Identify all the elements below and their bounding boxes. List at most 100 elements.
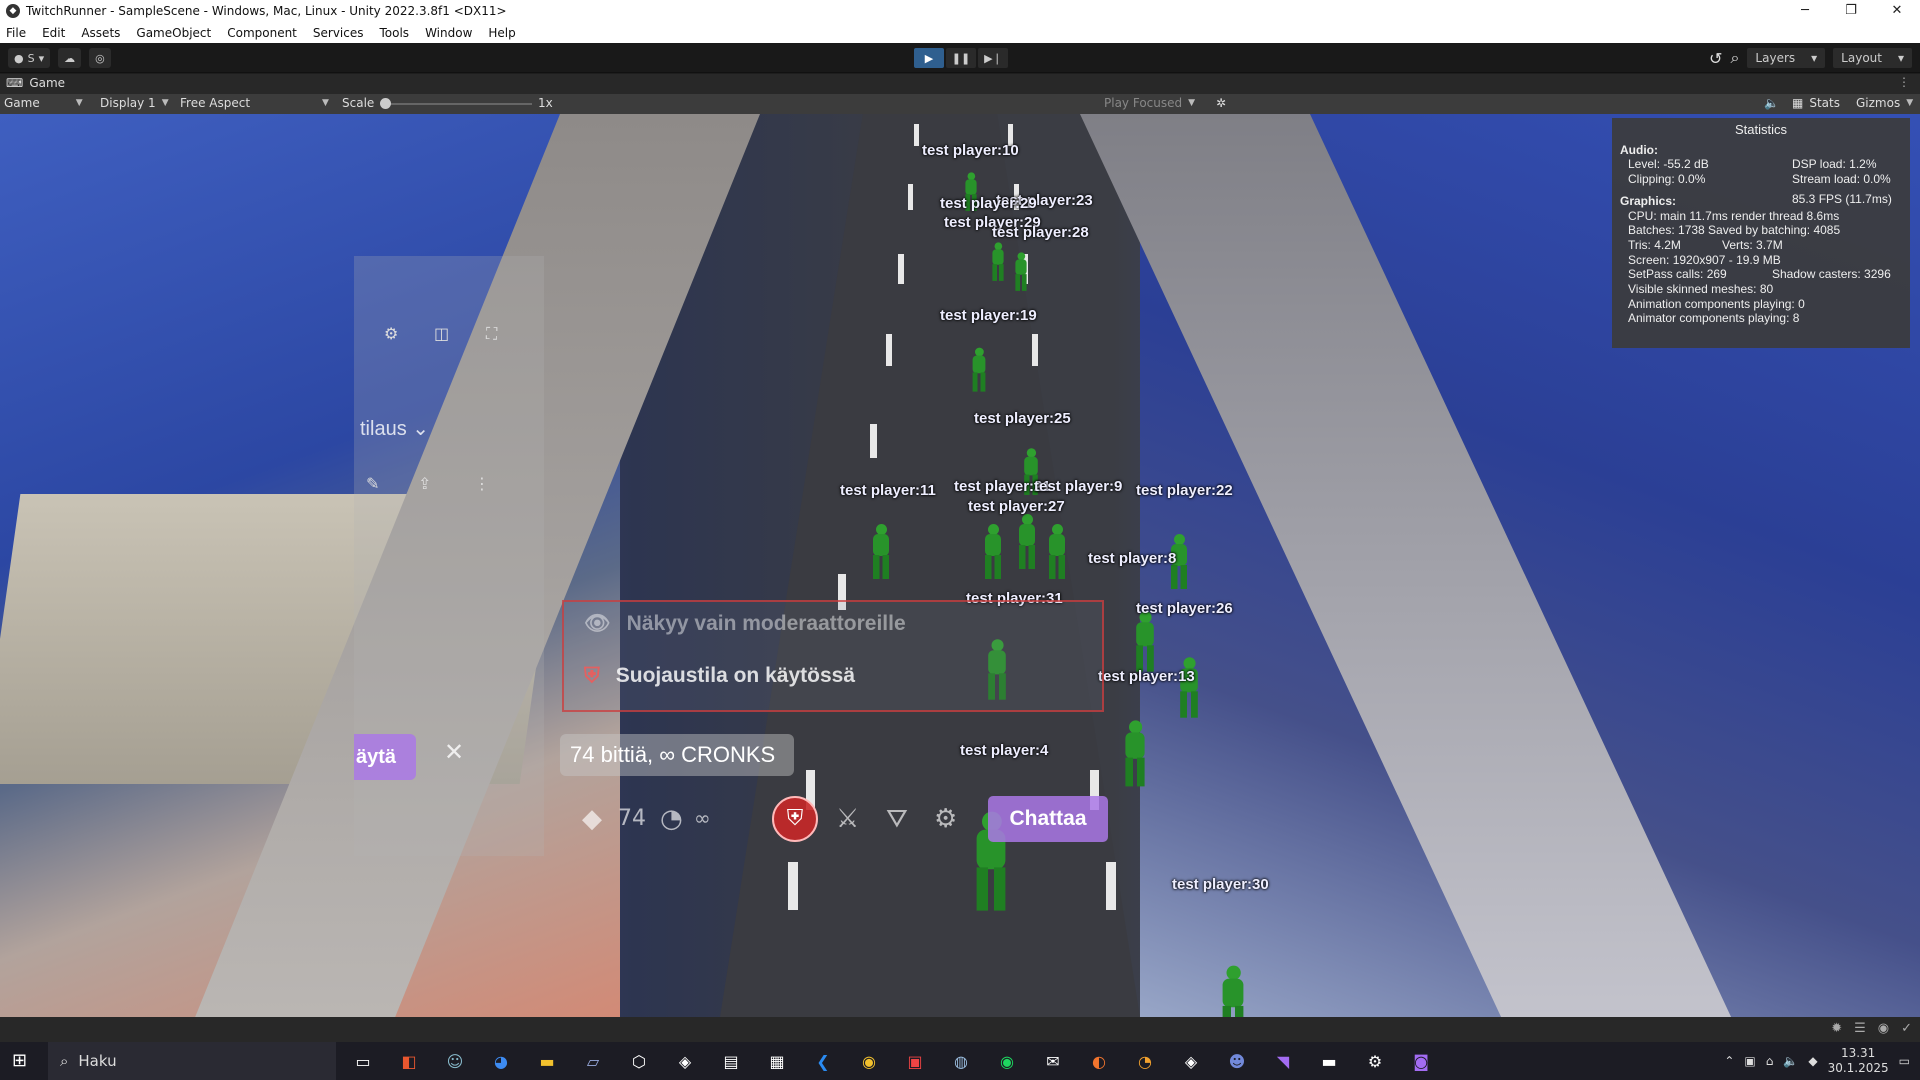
play-focused-dropdown[interactable]: Play Focused ▼ — [1104, 96, 1195, 110]
layout-dropdown[interactable]: Layout ▾ — [1833, 48, 1912, 68]
settings-icon[interactable]: ⚙ — [384, 324, 398, 343]
lighting-icon[interactable]: ✹ — [1831, 1021, 1842, 1036]
taskbar-search[interactable]: ⌕ Haku — [48, 1042, 336, 1080]
cache-icon[interactable]: ◉ — [1878, 1021, 1889, 1036]
shield-mode-button[interactable]: ⛨ — [772, 796, 818, 842]
menu-file[interactable]: File — [6, 26, 26, 40]
collab-button[interactable]: ◎ — [89, 48, 111, 68]
filter-icon[interactable]: ⛛ — [886, 804, 908, 835]
play-button[interactable]: ▶ — [914, 48, 944, 68]
fullscreen-icon[interactable]: ⛶ — [486, 324, 497, 344]
notifications-icon[interactable]: ▭ — [1899, 1054, 1910, 1068]
visual-studio-icon[interactable]: ◥ — [1268, 1046, 1298, 1076]
subscription-dropdown[interactable]: tilaus ⌄ — [360, 416, 429, 441]
mail-app-icon[interactable]: ✉ — [1038, 1046, 1068, 1076]
bug-icon[interactable]: ✲ — [1216, 96, 1226, 110]
steam-icon[interactable]: ◍ — [946, 1046, 976, 1076]
stack-icon[interactable]: ☰ — [1854, 1021, 1866, 1036]
settings-app-icon[interactable]: ⚙ — [1360, 1046, 1390, 1076]
game-toolbar: Game ▼ Display 1 ▼ Free Aspect ▼ Scale 1… — [0, 94, 1920, 114]
pause-button[interactable]: ❚❚ — [946, 48, 976, 68]
calculator-icon[interactable]: ▦ — [762, 1046, 792, 1076]
swift-app-icon[interactable]: ◕ — [486, 1046, 516, 1076]
history-icon[interactable]: ↺ — [1709, 49, 1722, 68]
tray-expand-icon[interactable]: ⌃ — [1724, 1054, 1734, 1068]
menu-assets[interactable]: Assets — [81, 26, 120, 40]
file-explorer-icon[interactable]: ▬ — [532, 1046, 562, 1076]
close-button[interactable]: ✕ — [1874, 0, 1920, 22]
firefox-icon[interactable]: ◐ — [1084, 1046, 1114, 1076]
points-count: 74 — [618, 806, 646, 831]
sword-icon[interactable]: ⚔ — [836, 804, 859, 834]
stats-toggle[interactable]: ▦ Stats — [1792, 96, 1840, 110]
chevron-down-icon: ▼ — [322, 98, 329, 108]
menu-tools[interactable]: Tools — [380, 26, 410, 40]
blender-icon[interactable]: ◔ — [1130, 1046, 1160, 1076]
chrome-icon[interactable]: ◉ — [854, 1046, 884, 1076]
account-button[interactable]: ● S ▾ — [8, 48, 51, 68]
taskbar-clock[interactable]: 13.31 30.1.2025 — [1828, 1046, 1889, 1076]
windows-start-icon[interactable]: ⊞ — [12, 1051, 32, 1071]
player-label: test player:13 — [1098, 668, 1195, 685]
more-options-icon[interactable]: ⋮ — [474, 474, 490, 493]
account-icon: ● — [14, 51, 24, 65]
scale-slider-track[interactable] — [382, 103, 532, 105]
terminal-icon[interactable]: ▤ — [716, 1046, 746, 1076]
scale-slider-handle[interactable] — [380, 98, 391, 109]
notes-app-icon[interactable]: ▱ — [578, 1046, 608, 1076]
step-button[interactable]: ▶❘ — [978, 48, 1008, 68]
check-icon[interactable]: ✓ — [1901, 1021, 1912, 1036]
use-button[interactable]: äytä — [354, 734, 416, 780]
fps-readout: 85.3 FPS (11.7ms) — [1792, 192, 1892, 206]
search-icon[interactable]: ⌕ — [1730, 48, 1739, 68]
twitch-icon[interactable]: ◙ — [1406, 1046, 1436, 1076]
taskbar-apps: ▭ ◧ ☺ ◕ ▬ ▱ ⬡ ◈ ▤ ▦ ❮ ◉ ▣ ◍ ◉ ✉ ◐ ◔ ◈ ☻ … — [348, 1046, 1436, 1076]
task-view-icon[interactable]: ▭ — [348, 1046, 378, 1076]
display-dropdown[interactable]: Display 1 ▼ — [100, 96, 169, 110]
menu-services[interactable]: Services — [313, 26, 364, 40]
view-dropdown[interactable]: Game ▼ — [4, 96, 83, 110]
minimize-button[interactable]: ─ — [1782, 0, 1828, 22]
cmd-icon[interactable]: ▬ — [1314, 1046, 1344, 1076]
menu-window[interactable]: Window — [425, 26, 472, 40]
game-app-icon[interactable]: ▣ — [900, 1046, 930, 1076]
chat-settings-icon[interactable]: ⚙ — [934, 804, 957, 834]
layers-dropdown[interactable]: Layers ▾ — [1747, 48, 1826, 68]
channel-points-icon[interactable]: ◔ — [660, 804, 683, 834]
tab-game[interactable]: ⌨ Game — [6, 76, 65, 90]
spotify-icon[interactable]: ◉ — [992, 1046, 1022, 1076]
vscode-icon[interactable]: ❮ — [808, 1046, 838, 1076]
dropbox-icon[interactable]: ◆ — [1808, 1054, 1817, 1068]
close-icon[interactable]: ✕ — [444, 738, 464, 766]
share-icon[interactable]: ⇪ — [418, 474, 431, 493]
more-options-icon[interactable]: ⋮ — [1898, 75, 1910, 89]
maximize-button[interactable]: ❐ — [1828, 0, 1874, 22]
edit-icon[interactable]: ✎ — [366, 474, 379, 493]
tab-strip: ⌨ Game ⋮ — [0, 74, 1920, 94]
menu-gameobject[interactable]: GameObject — [136, 26, 211, 40]
cpu-stats: CPU: main 11.7ms render thread 8.6ms — [1628, 208, 1840, 223]
gizmos-dropdown[interactable]: Gizmos ▼ — [1856, 96, 1913, 110]
hex-app-icon[interactable]: ⬡ — [624, 1046, 654, 1076]
split-view-icon[interactable]: ◫ — [434, 324, 449, 343]
bits-icon[interactable]: ◆ — [582, 804, 602, 834]
menu-edit[interactable]: Edit — [42, 26, 65, 40]
discord-icon[interactable]: ☻ — [1222, 1046, 1252, 1076]
subscription-dropdown-label: tilaus — [360, 418, 407, 440]
chat-send-button[interactable]: Chattaa — [988, 796, 1108, 842]
volume-icon[interactable]: 🔈 — [1783, 1054, 1798, 1068]
player-label: test player:11 — [840, 482, 936, 499]
tray-app-icon[interactable]: ▣ — [1744, 1054, 1755, 1068]
character-app-icon[interactable]: ☺ — [440, 1046, 470, 1076]
unity-hub-icon[interactable]: ◈ — [670, 1046, 700, 1076]
photo-app-icon[interactable]: ◧ — [394, 1046, 424, 1076]
network-icon[interactable]: ⌂ — [1766, 1054, 1774, 1068]
menu-help[interactable]: Help — [488, 26, 515, 40]
taskbar-search-label: Haku — [78, 1052, 117, 1070]
verts-stats: Verts: 3.7M — [1722, 238, 1783, 253]
menu-component[interactable]: Component — [227, 26, 297, 40]
mute-audio-icon[interactable]: 🔈 — [1764, 96, 1779, 110]
aspect-dropdown[interactable]: Free Aspect ▼ — [180, 96, 329, 110]
unity-editor-icon[interactable]: ◈ — [1176, 1046, 1206, 1076]
cloud-button[interactable]: ☁ — [58, 48, 82, 68]
